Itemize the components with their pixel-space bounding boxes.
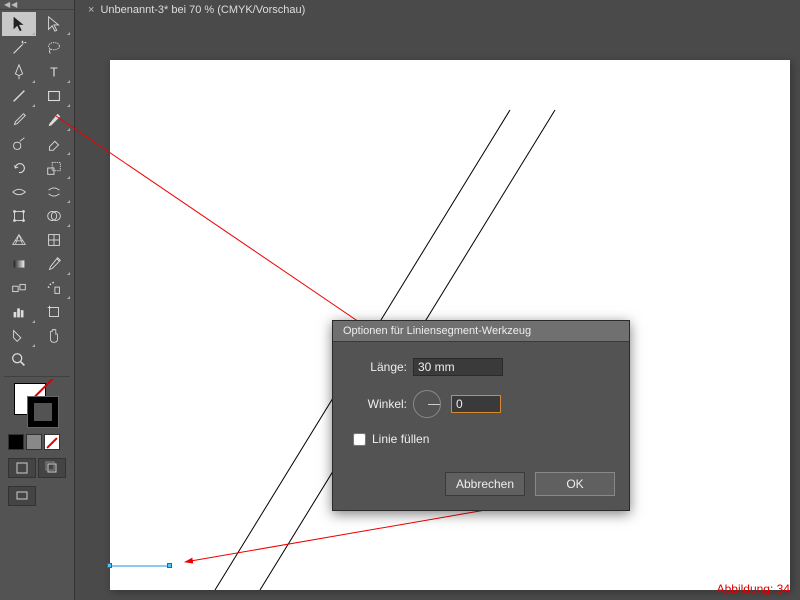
mesh-tool[interactable] [37, 228, 71, 252]
blob-brush-tool[interactable] [2, 132, 36, 156]
anchor-point[interactable] [107, 563, 112, 568]
stroke-swatch[interactable] [27, 396, 59, 428]
anchor-point[interactable] [167, 563, 172, 568]
dialog-title: Optionen für Liniensegment-Werkzeug [333, 321, 629, 342]
length-label: Länge: [347, 360, 407, 374]
cancel-button[interactable]: Abbrechen [445, 472, 525, 496]
free-transform-tool[interactable] [2, 204, 36, 228]
canvas-area[interactable] [80, 20, 800, 600]
perspective-grid-tool[interactable] [2, 228, 36, 252]
tool-panel: ◀◀ T [0, 0, 75, 600]
color-mode-none[interactable] [44, 434, 60, 450]
fill-line-label: Linie füllen [372, 432, 429, 446]
artboard-tool[interactable] [37, 300, 71, 324]
rotate-tool[interactable] [2, 156, 36, 180]
document-tab[interactable]: × Unbenannt-3* bei 70 % (CMYK/Vorschau) [80, 2, 313, 18]
fill-line-checkbox[interactable] [353, 433, 366, 446]
symbol-sprayer-tool[interactable] [37, 276, 71, 300]
length-input[interactable] [413, 358, 503, 376]
column-graph-tool[interactable] [2, 300, 36, 324]
rectangle-tool[interactable] [37, 84, 71, 108]
angle-input[interactable] [451, 395, 501, 413]
type-tool[interactable]: T [37, 60, 71, 84]
tool-grid: T [0, 10, 74, 374]
draw-normal[interactable] [8, 458, 36, 478]
width-tool[interactable] [2, 180, 36, 204]
slice-tool[interactable] [2, 324, 36, 348]
color-mode-solid[interactable] [8, 434, 24, 450]
document-tab-bar: × Unbenannt-3* bei 70 % (CMYK/Vorschau) [80, 0, 313, 20]
angle-label: Winkel: [347, 397, 407, 411]
lasso-tool[interactable] [37, 36, 71, 60]
close-tab-icon[interactable]: × [88, 4, 94, 16]
zoom-tool[interactable] [2, 348, 36, 372]
hand-tool[interactable] [37, 324, 71, 348]
direct-selection-tool[interactable] [37, 12, 71, 36]
pencil-tool[interactable] [37, 108, 71, 132]
selection-tool[interactable] [2, 12, 36, 36]
warp-tool[interactable] [37, 180, 71, 204]
svg-text:T: T [50, 66, 58, 80]
panel-header[interactable]: ◀◀ [0, 0, 74, 10]
line-segment-tool[interactable] [2, 84, 36, 108]
draw-behind[interactable] [38, 458, 66, 478]
screen-mode[interactable] [8, 486, 36, 506]
paintbrush-tool[interactable] [2, 108, 36, 132]
ok-button[interactable]: OK [535, 472, 615, 496]
eyedropper-tool[interactable] [37, 252, 71, 276]
eraser-tool[interactable] [37, 132, 71, 156]
shape-builder-tool[interactable] [37, 204, 71, 228]
angle-dial[interactable] [413, 390, 441, 418]
figure-label: Abbildung: 34 [717, 582, 790, 596]
collapse-icon: ◀◀ [4, 0, 18, 9]
blend-tool[interactable] [2, 276, 36, 300]
tab-title: Unbenannt-3* bei 70 % (CMYK/Vorschau) [100, 4, 305, 16]
color-mode-gradient[interactable] [26, 434, 42, 450]
pen-tool[interactable] [2, 60, 36, 84]
magic-wand-tool[interactable] [2, 36, 36, 60]
line-segment-options-dialog: Optionen für Liniensegment-Werkzeug Läng… [332, 320, 630, 511]
scale-tool[interactable] [37, 156, 71, 180]
color-swatch-area [0, 379, 74, 510]
gradient-tool[interactable] [2, 252, 36, 276]
